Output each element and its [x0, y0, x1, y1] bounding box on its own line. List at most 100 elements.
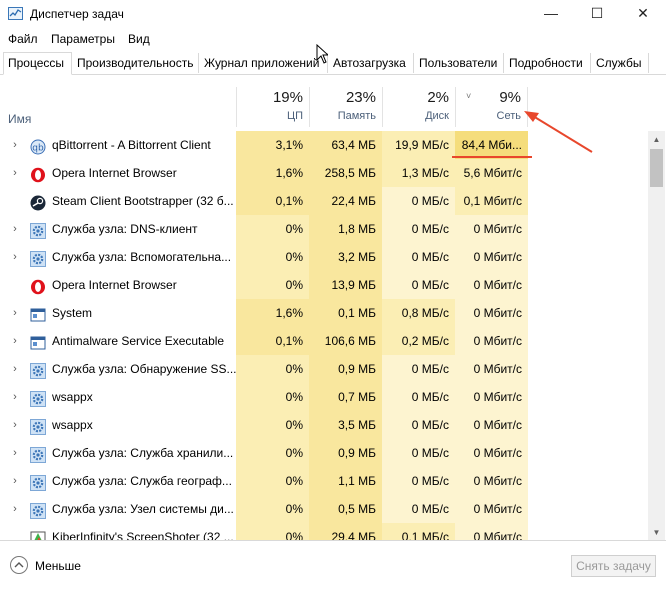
memory-total: 23%	[345, 89, 376, 106]
process-disk-value: 0 МБ/с	[382, 355, 455, 383]
minimize-icon: —	[544, 5, 558, 21]
process-name: qBittorrent - A Bittorrent Client	[52, 138, 211, 152]
expand-chevron-icon[interactable]: ›	[10, 159, 20, 187]
process-cpu-value: 0%	[236, 411, 309, 439]
process-row[interactable]: Opera Internet Browser 0% 13,9 МБ 0 МБ/с 0 М…	[0, 271, 648, 299]
process-mem-value: 63,4 МБ	[309, 131, 382, 159]
tab-processes[interactable]: Процессы	[3, 52, 72, 75]
process-disk-value: 0 МБ/с	[382, 411, 455, 439]
process-net-value: 0,1 Мбит/с	[455, 187, 528, 215]
fewer-details-icon[interactable]	[10, 556, 28, 574]
process-row[interactable]: KiberInfinity's ScreenShoter (32 ... 0% 29…	[0, 523, 648, 541]
process-mem-value: 106,6 МБ	[309, 327, 382, 355]
vertical-scrollbar[interactable]: ▲ ▼	[648, 131, 665, 540]
tab-users[interactable]: Пользователи	[415, 53, 504, 73]
process-row[interactable]: › Antimalware Service Executable 0,1% 106,6…	[0, 327, 648, 355]
process-row[interactable]: › wsappx 0% 0,7 МБ 0 МБ/с 0 Мбит/с	[0, 383, 648, 411]
process-mem-value: 22,4 МБ	[309, 187, 382, 215]
maximize-button[interactable]: ☐	[574, 0, 620, 28]
expand-chevron-icon[interactable]: ›	[10, 243, 20, 271]
expand-chevron-icon[interactable]: ›	[10, 383, 20, 411]
expand-chevron-icon[interactable]: ›	[10, 215, 20, 243]
service-gear-icon	[30, 389, 46, 407]
expand-chevron-icon[interactable]: ›	[10, 355, 20, 383]
process-name-cell: › Antimalware Service Executable	[0, 327, 236, 355]
column-header-disk[interactable]: 2% Диск	[382, 87, 455, 127]
process-name-cell: › Служба узла: Обнаружение SS...	[0, 355, 236, 383]
expand-chevron-icon[interactable]: ›	[10, 131, 20, 159]
process-row[interactable]: › Служба узла: Вспомогательна... 0% 3,2 МБ 0…	[0, 243, 648, 271]
process-net-value: 0 Мбит/с	[455, 327, 528, 355]
window-title: Диспетчер задач	[30, 7, 124, 21]
scroll-thumb[interactable]	[650, 149, 663, 187]
close-button[interactable]: ✕	[620, 0, 666, 28]
process-row[interactable]: › Служба узла: Служба хранили... 0% 0,9 МБ 0…	[0, 439, 648, 467]
network-label: Сеть	[496, 110, 521, 122]
end-task-button[interactable]: Снять задачу	[571, 555, 656, 577]
process-row[interactable]: › Служба узла: Узел системы ди... 0% 0,5 МБ…	[0, 495, 648, 523]
process-table: Имя 19% ЦП 23% Память 2% Диск 9% Сеть ˅ …	[0, 75, 666, 541]
process-net-value: 0 Мбит/с	[455, 243, 528, 271]
process-row[interactable]: › wsappx 0% 3,5 МБ 0 МБ/с 0 Мбит/с	[0, 411, 648, 439]
fewer-details-link[interactable]: Меньше	[35, 559, 81, 573]
process-cpu-value: 1,6%	[236, 299, 309, 327]
service-gear-icon	[30, 417, 46, 435]
menu-options[interactable]: Параметры	[51, 32, 115, 46]
process-mem-value: 1,1 МБ	[309, 467, 382, 495]
tab-app-history[interactable]: Журнал приложений	[200, 53, 328, 73]
process-mem-value: 0,5 МБ	[309, 495, 382, 523]
expand-chevron-icon[interactable]: ›	[10, 439, 20, 467]
process-name: Steam Client Bootstrapper (32 б...	[52, 194, 234, 208]
scroll-down-icon[interactable]: ▼	[648, 524, 665, 540]
expand-chevron-icon[interactable]: ›	[10, 327, 20, 355]
process-name: KiberInfinity's ScreenShoter (32 ...	[52, 530, 234, 541]
column-header-memory[interactable]: 23% Память	[309, 87, 382, 127]
process-row[interactable]: › qb qBittorrent - A Bittorrent Client 3,1%…	[0, 131, 648, 159]
process-disk-value: 19,9 МБ/с	[382, 131, 455, 159]
process-row[interactable]: › Opera Internet Browser 1,6% 258,5 МБ 1,3 М…	[0, 159, 648, 187]
tab-services[interactable]: Службы	[592, 53, 649, 73]
process-mem-value: 29,4 МБ	[309, 523, 382, 540]
process-row[interactable]: › Служба узла: Служба географ... 0% 1,1 МБ 0…	[0, 467, 648, 495]
tab-startup[interactable]: Автозагрузка	[329, 53, 414, 73]
mouse-cursor-icon	[316, 44, 328, 64]
process-name: Служба узла: Обнаружение SS...	[52, 362, 236, 376]
process-cpu-value: 0%	[236, 271, 309, 299]
opera-icon	[30, 165, 46, 183]
tab-performance[interactable]: Производительность	[73, 53, 199, 73]
disk-total: 2%	[427, 89, 449, 106]
menu-file[interactable]: Файл	[8, 32, 38, 46]
expand-chevron-icon[interactable]: ›	[10, 411, 20, 439]
process-net-value: 0 Мбит/с	[455, 495, 528, 523]
process-name-cell: › Служба узла: Узел системы ди...	[0, 495, 236, 523]
process-cpu-value: 0%	[236, 495, 309, 523]
menu-view[interactable]: Вид	[128, 32, 150, 46]
process-row[interactable]: Steam Client Bootstrapper (32 б... 0,1% 22…	[0, 187, 648, 215]
tab-details[interactable]: Подробности	[505, 53, 591, 73]
process-name: wsappx	[52, 418, 93, 432]
process-net-value: 0 Мбит/с	[455, 299, 528, 327]
system-window-icon	[30, 333, 46, 350]
process-disk-value: 0 МБ/с	[382, 215, 455, 243]
process-name-cell: › wsappx	[0, 411, 236, 439]
process-net-value: 84,4 Мби...	[455, 131, 528, 159]
process-mem-value: 0,9 МБ	[309, 439, 382, 467]
scroll-up-icon[interactable]: ▲	[648, 131, 665, 148]
column-header-cpu[interactable]: 19% ЦП	[236, 87, 309, 127]
expand-chevron-icon[interactable]: ›	[10, 495, 20, 523]
process-row[interactable]: › System 1,6% 0,1 МБ 0,8 МБ/с 0 Мбит/с	[0, 299, 648, 327]
process-name-cell: KiberInfinity's ScreenShoter (32 ...	[0, 523, 236, 541]
minimize-button[interactable]: —	[528, 0, 574, 28]
menu-bar: Файл Параметры Вид	[0, 28, 666, 50]
expand-chevron-icon[interactable]: ›	[10, 467, 20, 495]
process-net-value: 0 Мбит/с	[455, 355, 528, 383]
close-icon: ✕	[637, 5, 649, 21]
process-name: Opera Internet Browser	[52, 166, 177, 180]
expand-chevron-icon[interactable]: ›	[10, 299, 20, 327]
column-header-name[interactable]: Имя	[8, 112, 31, 126]
process-row[interactable]: › Служба узла: DNS-клиент 0% 1,8 МБ 0 МБ/с 0 …	[0, 215, 648, 243]
process-row[interactable]: › Служба узла: Обнаружение SS... 0% 0,9 МБ 0…	[0, 355, 648, 383]
process-mem-value: 0,7 МБ	[309, 383, 382, 411]
process-net-value: 0 Мбит/с	[455, 411, 528, 439]
memory-label: Память	[337, 110, 376, 122]
